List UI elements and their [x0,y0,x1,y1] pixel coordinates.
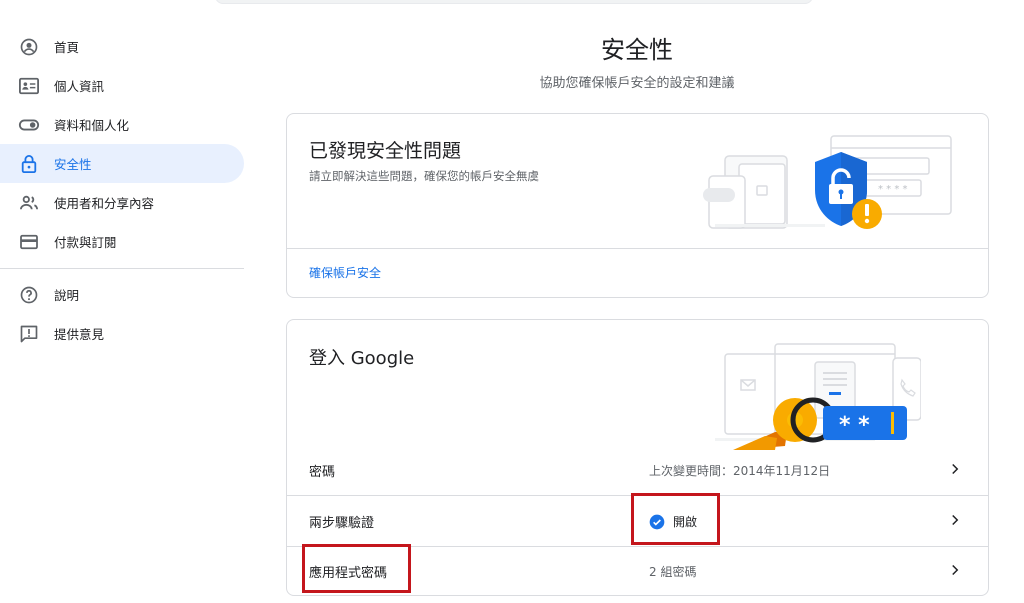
sidebar-item-label: 個人資訊 [54,79,105,94]
card-description: 請立即解決這些問題，確保您的帳戶安全無虞 [309,169,539,183]
sidebar-divider [0,268,244,269]
sidebar-item-payments[interactable]: 付款與訂閱 [0,222,244,261]
security-issues-card: 已發現安全性問題 請立即解決這些問題，確保您的帳戶安全無虞 * * * * 確保… [286,113,989,298]
chevron-right-icon [952,564,959,576]
highlight-box-app-passwords [302,544,411,593]
secure-account-link[interactable]: 確保帳戶安全 [309,264,381,281]
sidebar-item-label: 提供意見 [54,327,105,342]
sidebar-item-label: 安全性 [54,157,92,172]
feedback-icon [18,323,40,345]
highlight-box-status [631,493,720,545]
row-label: 密碼 [309,465,336,480]
signin-key-illustration: * * [715,343,921,450]
password-row[interactable]: 密碼 上次變更時間：2014年11月12日 [287,445,988,495]
sidebar-item-home[interactable]: 首頁 [0,27,244,66]
row-value: 上次變更時間：2014年11月12日 [649,464,831,478]
sidebar-item-people-sharing[interactable]: 使用者和分享內容 [0,183,244,222]
security-shield-illustration: * * * * [703,135,952,229]
chevron-right-icon [952,514,959,526]
toggle-icon [18,114,40,136]
sidebar-item-help[interactable]: 說明 [0,275,244,314]
sidebar-item-label: 使用者和分享內容 [54,196,155,211]
page-title: 安全性 [601,36,673,64]
row-label: 兩步驟驗證 [309,516,375,531]
sidebar-item-label: 資料和個人化 [54,118,130,133]
sidebar-item-label: 首頁 [54,40,80,55]
page-subtitle: 協助您確保帳戶安全的設定和建議 [539,76,735,91]
sidebar-nav: 首頁 個人資訊 資料和個人化 安全性 使用者和分享內容 付款與訂閱 說明 提供意… [0,27,244,353]
sidebar-item-label: 付款與訂閱 [54,235,117,250]
search-bar-edge[interactable] [215,0,813,4]
sidebar-item-data-personalization[interactable]: 資料和個人化 [0,105,244,144]
sidebar-item-personal-info[interactable]: 個人資訊 [0,66,244,105]
svg-text:* * * *: * * * * [878,184,908,195]
svg-text:* *: * * [839,413,870,438]
people-icon [18,192,40,214]
credit-card-icon [18,231,40,253]
row-value: 2 組密碼 [649,565,697,579]
sidebar-item-label: 說明 [54,288,80,303]
id-card-icon [18,75,40,97]
help-icon [18,284,40,306]
chevron-right-icon [952,463,959,475]
account-circle-icon [18,36,40,58]
card-divider [287,248,988,249]
lock-icon [18,153,40,175]
card-title: 已發現安全性問題 [309,140,462,162]
sidebar-item-security[interactable]: 安全性 [0,144,244,183]
card-title: 登入 Google [309,348,415,369]
sidebar-item-feedback[interactable]: 提供意見 [0,314,244,353]
